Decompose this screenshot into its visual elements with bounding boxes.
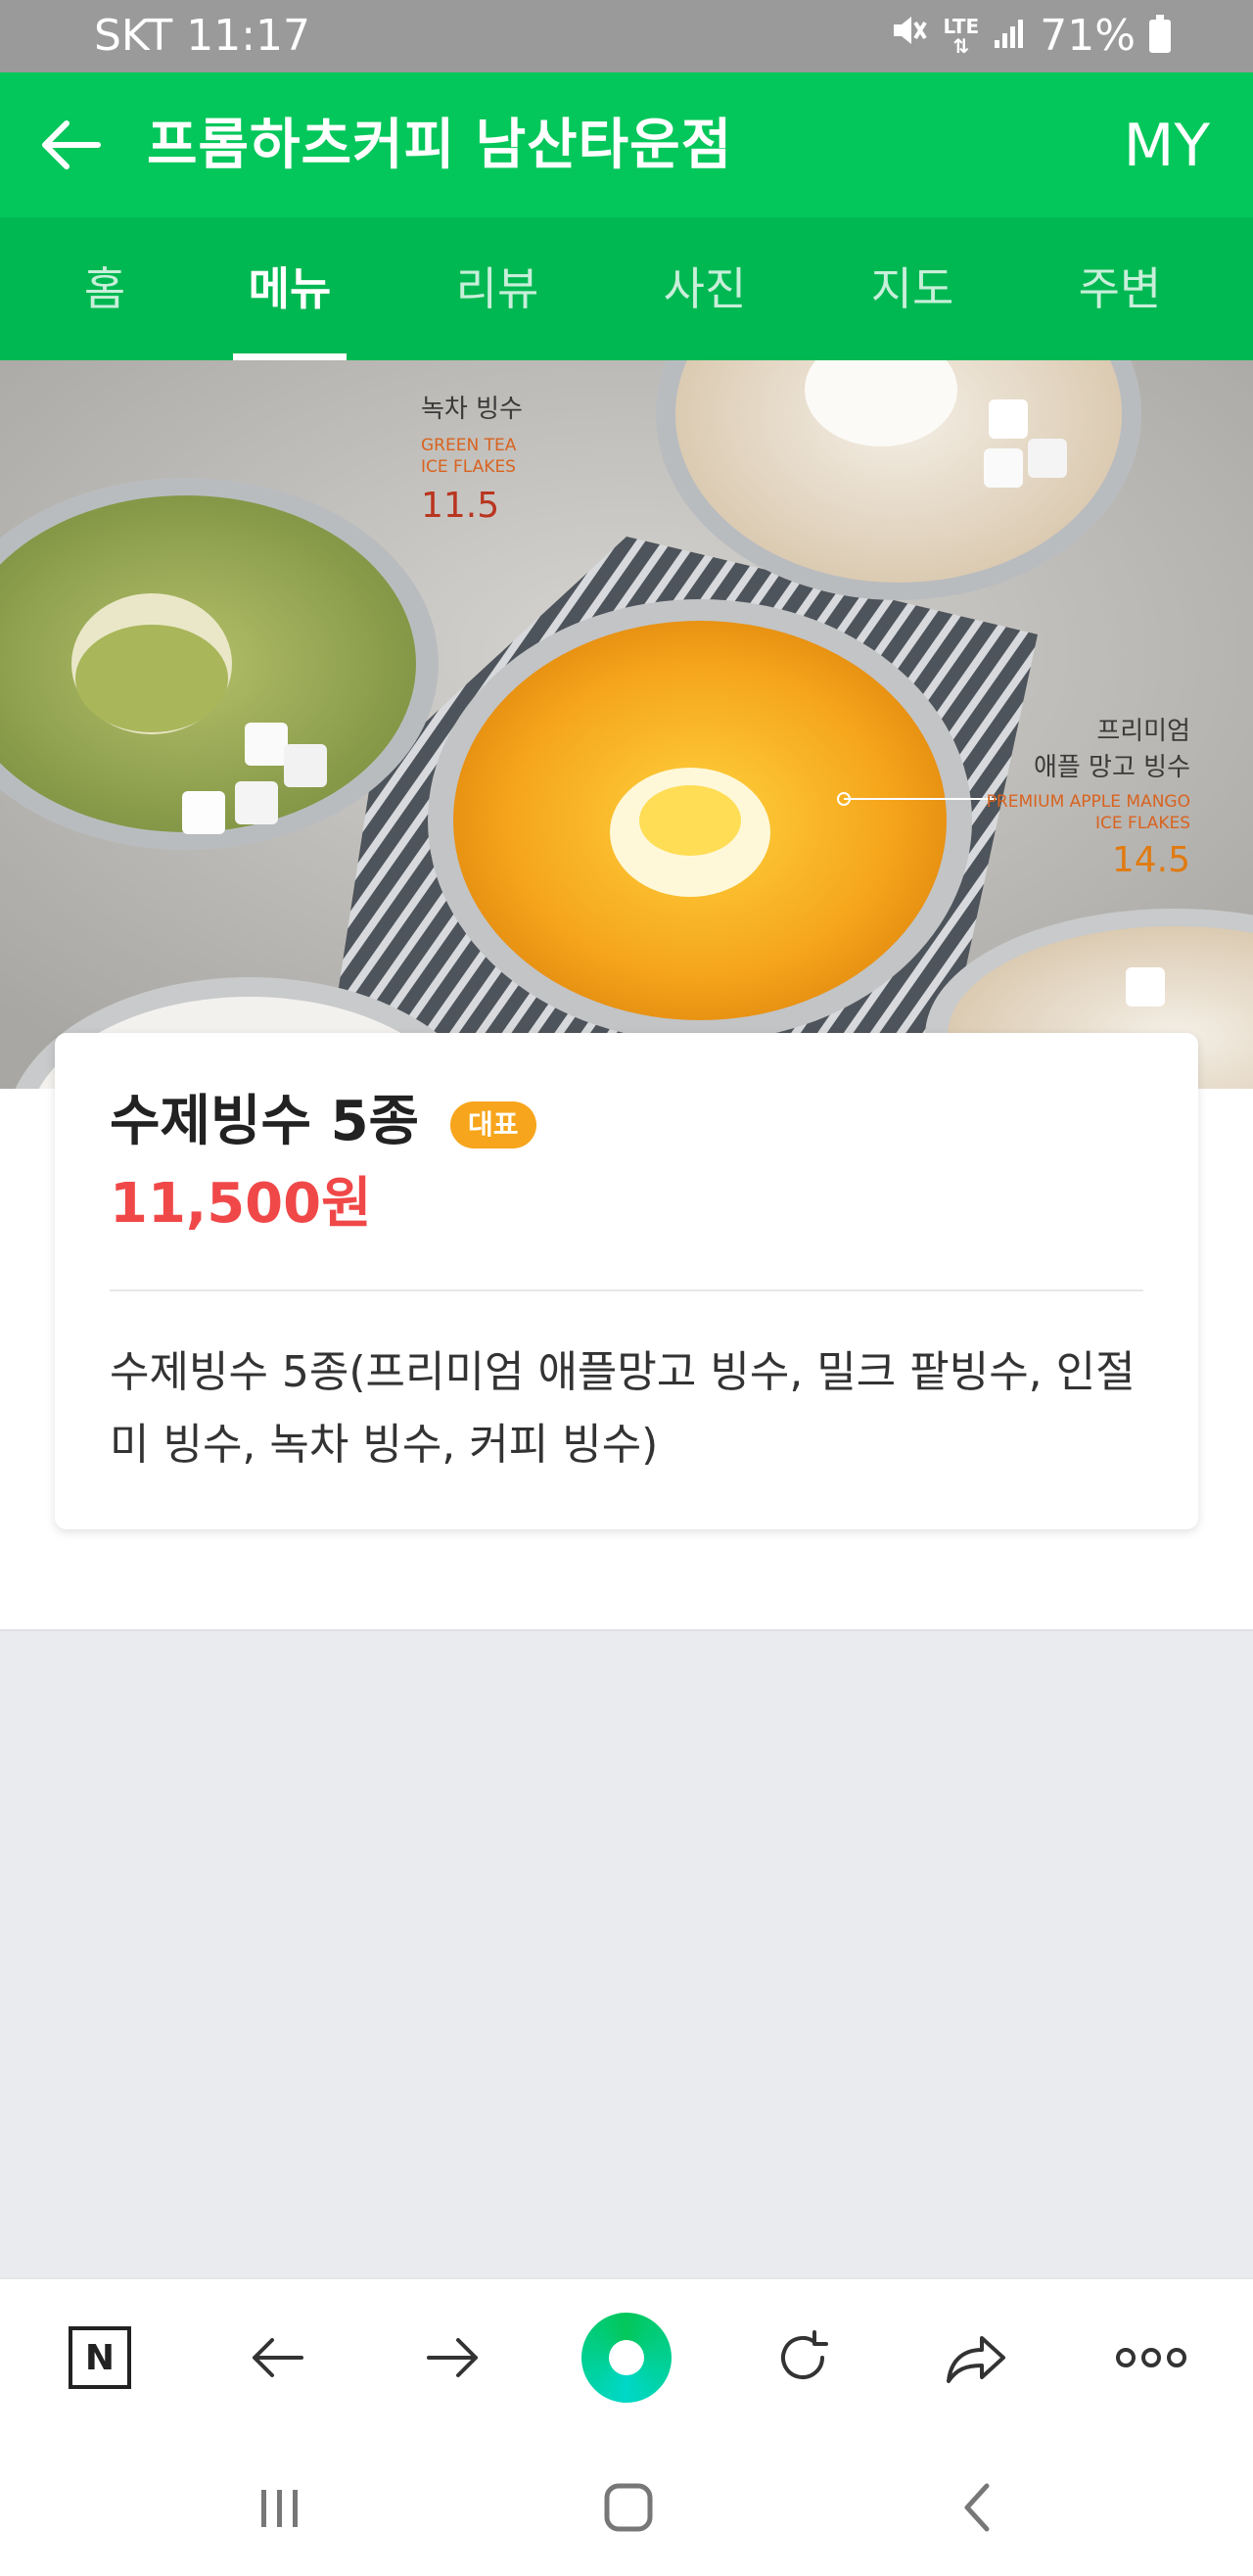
mute-icon [890,10,929,63]
browser-back-button[interactable] [239,2318,317,2397]
page-title: 프롬하츠커피 남산타운점 [147,114,733,177]
home-button[interactable] [584,2463,673,2552]
menu-item-price: 11,500원 [110,1172,372,1236]
naver-home-button[interactable]: N [61,2318,139,2397]
refresh-button[interactable] [764,2318,842,2397]
more-icon [1116,2348,1186,2367]
tab-bar: 홈 메뉴 리뷰 사진 지도 주변 [0,217,1253,360]
forward-arrow-icon [427,2338,478,2377]
tab-home[interactable]: 홈 [70,217,139,360]
right-title-2: 애플 망고 빙수 [1034,753,1190,782]
my-button[interactable]: MY [1124,112,1210,180]
divider [110,1289,1143,1291]
refresh-icon [781,2330,828,2379]
battery-text: 71% [1040,11,1136,61]
green-dot-button[interactable] [581,2313,672,2403]
back-arrow-icon [253,2338,303,2377]
app-header: 프롬하츠커피 남산타운점 MY [0,72,1253,217]
back-arrow-icon [42,120,101,169]
menu-item-description: 수제빙수 5종(프리미엄 애플망고 빙수, 밀크 팥빙수, 인절미 빙수, 녹차… [110,1347,1136,1470]
recent-apps-button[interactable] [235,2463,323,2552]
signature-badge: 대표 [450,1101,536,1148]
status-icons: LTE ⇅ 71% [890,10,1171,63]
more-button[interactable] [1112,2318,1190,2397]
lte-label: LTE [943,15,980,38]
left-en-2: ICE FLAKES [421,457,516,477]
menu-item-name: 수제빙수 5종 [110,1090,420,1153]
back-button[interactable] [37,110,108,180]
tab-photo[interactable]: 사진 [662,217,748,360]
tab-review[interactable]: 리뷰 [454,217,540,360]
left-en-1: GREEN TEA [421,436,517,455]
bingsu-photo-illustration: 녹차 빙수 GREEN TEA ICE FLAKES 11.5 프리미엄 애플 … [0,360,1253,1089]
signal-icon [993,10,1026,63]
tab-map[interactable]: 지도 [869,217,955,360]
menu-item-card[interactable]: 수제빙수 5종 대표 11,500원 수제빙수 5종(프리미엄 애플망고 빙수,… [55,1033,1198,1529]
carrier-time: SKT 11:17 [94,11,311,61]
share-button[interactable] [938,2318,1016,2397]
battery-icon [1149,15,1171,53]
share-icon [947,2336,1005,2383]
chevron-left-icon [964,2483,990,2532]
menu-photo[interactable]: 녹차 빙수 GREEN TEA ICE FLAKES 11.5 프리미엄 애플 … [0,360,1253,1089]
tab-menu[interactable]: 메뉴 [233,217,347,360]
status-bar: SKT 11:17 LTE ⇅ 71% [0,0,1253,72]
right-en-1: PREMIUM APPLE MANGO [987,792,1190,812]
system-back-button[interactable] [935,2463,1023,2552]
system-nav-bar [0,2434,1253,2576]
home-icon [604,2483,653,2532]
naver-home-icon: N [69,2326,131,2389]
right-en-2: ICE FLAKES [1095,814,1190,833]
browser-forward-button[interactable] [413,2318,491,2397]
left-price: 11.5 [421,486,499,526]
recent-apps-icon [261,2490,298,2527]
left-title: 녹차 빙수 [421,395,523,424]
tab-nearby[interactable]: 주변 [1077,217,1163,360]
right-price: 14.5 [1112,840,1190,880]
browser-toolbar: N [0,2277,1253,2436]
right-title-1: 프리미엄 [1096,717,1190,746]
lte-icon: LTE ⇅ [943,15,980,58]
green-dot-icon [581,2313,672,2403]
